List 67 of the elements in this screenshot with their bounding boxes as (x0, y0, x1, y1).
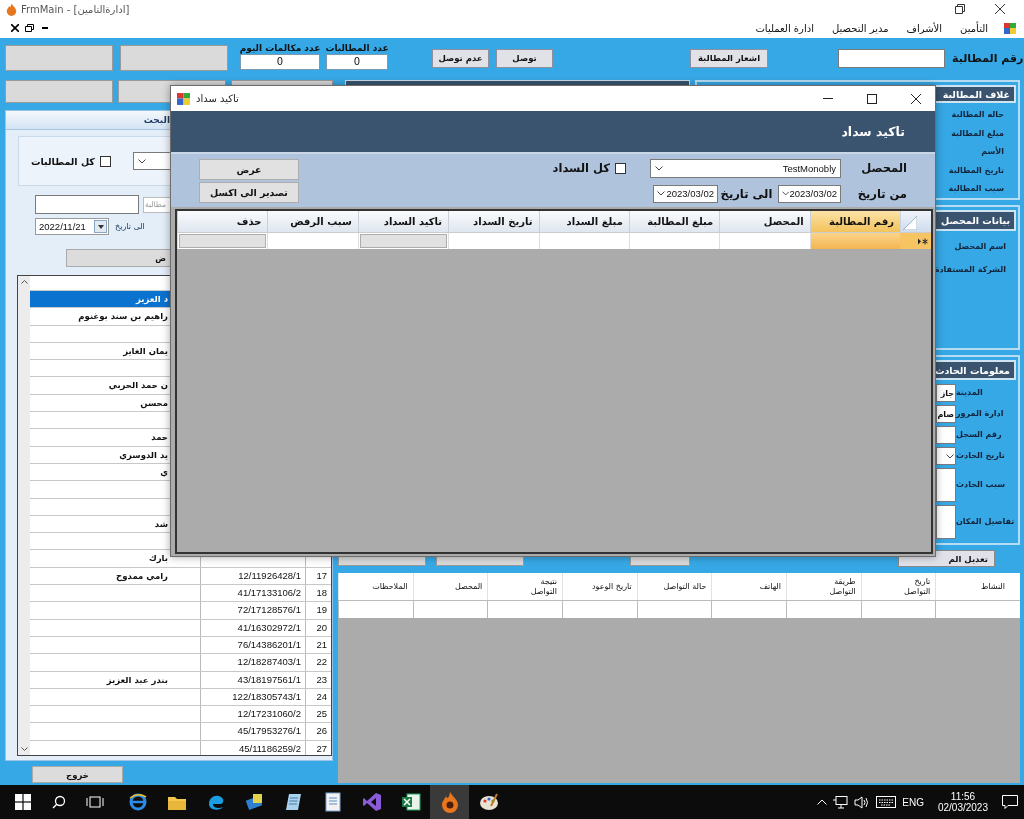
panel-title: البحث (143, 115, 170, 125)
row-number-cell: 20 (305, 619, 331, 636)
checkbox-label: كل المطالبات (31, 155, 95, 167)
name-cell-text: محسن (139, 396, 169, 411)
counter-label: عدد المطالبات (325, 42, 389, 54)
row-number-cell: 23 (305, 671, 331, 688)
row-number-cell: 24 (305, 688, 331, 706)
field-label: سبب المطالبة (948, 183, 1004, 195)
section-title: معلومات الحادث (934, 364, 1010, 376)
claim-number-cell: 41/16302972/1 (200, 619, 305, 636)
counter-label: عدد مكالمات اليوم (239, 42, 321, 54)
field-label: رقم المطالبة (952, 51, 1024, 65)
section-title: بيانات المحصل (941, 215, 1010, 226)
name-cell-text: شد (153, 517, 169, 531)
field-label: تفاصيل المكان (956, 515, 1016, 528)
field-label: مبلغ المطالبة (951, 127, 1004, 140)
field-label: المدينة (956, 386, 984, 399)
counter-field: 0 (240, 54, 320, 70)
field-label: حاله المطالبة (951, 109, 1004, 121)
row-number-cell: 22 (305, 654, 331, 671)
name-cell-text: راهيم بن سند بوغنوم (77, 310, 169, 324)
field-label: اسم المحصل (954, 241, 1006, 253)
field-label: ادارة المرور (956, 407, 1005, 420)
name-cell-text: بارك (147, 552, 169, 566)
claim-number-cell: 72/17128576/1 (200, 602, 305, 619)
name-cell-text: يمان الغايز (122, 344, 169, 359)
field-label: تاريخ الحادث (956, 449, 1006, 462)
dialog-heading: تاكيد سداد (841, 124, 905, 139)
row-number-cell: 27 (305, 740, 331, 755)
name-cell-text: حمد (150, 431, 169, 445)
checkbox-label: كل السداد (552, 161, 610, 175)
field-label: الشركة المستفادة (934, 263, 1006, 276)
field-label: الأسم (981, 146, 1004, 158)
claim-number-cell: 45/11186259/2 (200, 740, 305, 755)
field-label: رقم السجل (956, 428, 1003, 441)
claim-number-cell: 12/18287403/1 (200, 654, 305, 671)
counter-field: 0 (326, 54, 388, 70)
row-number-cell: 21 (305, 636, 331, 654)
claim-number-cell: 43/18197561/1 (200, 671, 305, 688)
claim-number-cell: 41/17133106/2 (200, 585, 305, 602)
name-cell-text: ن حمد الحربي (107, 379, 169, 393)
name-cell-text: رامي ممدوح (115, 569, 169, 584)
row-number-cell: 25 (305, 706, 331, 723)
field-label: المحصل (860, 161, 907, 175)
date-label: الى تاريخ (115, 222, 145, 231)
clock-date: 02/03/2023 (937, 802, 988, 813)
row-number-cell: 17 (305, 567, 331, 585)
row-number-cell: 26 (305, 723, 331, 740)
name-cell-text: د العزيز (134, 293, 169, 307)
field-label: تاريخ المطالبة (948, 164, 1004, 177)
field-label: سبب الحادث (956, 478, 1007, 491)
name-cell-text: ي (159, 465, 169, 479)
name-cell-text: بندر عبد العزيز (105, 673, 169, 688)
window-title: FrmMain - [ادارةالتامين] (21, 3, 130, 15)
section-title: غلاف المطالبة (942, 88, 1010, 100)
name-cell-text: يد الدوسري (118, 448, 169, 462)
clock-time: 11:56 (950, 791, 976, 802)
row-number-cell: 18 (305, 585, 331, 602)
dialog-title: تاكيد سداد (196, 93, 239, 104)
claim-number-cell: 76/14386201/1 (200, 636, 305, 654)
claim-number-cell: 12/17231060/2 (200, 706, 305, 723)
field-label: الى تاريخ (719, 186, 774, 201)
claim-number-cell: 122/18305743/1 (200, 688, 305, 706)
claim-number-cell: 45/17953276/1 (200, 723, 305, 740)
field-label: من تاريخ (856, 186, 907, 201)
claim-number-cell: 12/11926428/1 (200, 567, 305, 585)
row-number-cell: 19 (305, 602, 331, 619)
